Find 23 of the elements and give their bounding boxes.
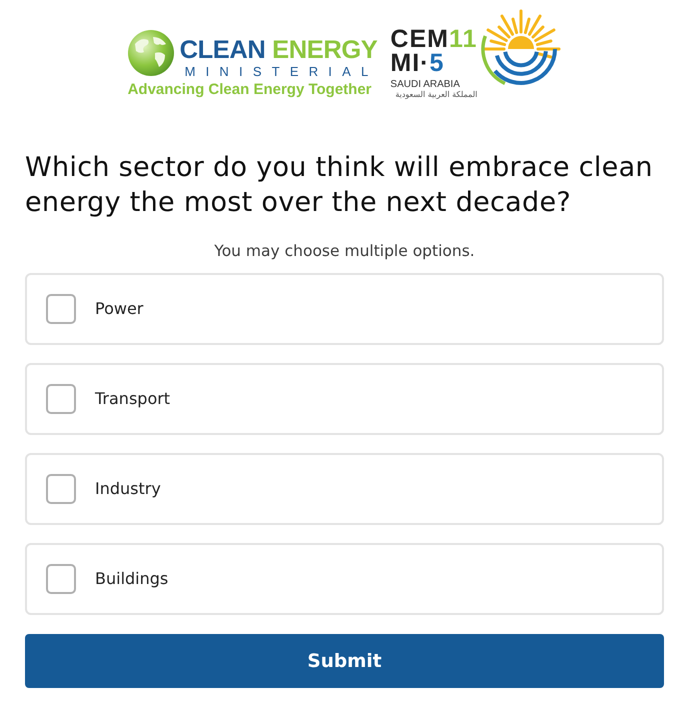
option-card[interactable]: Power (25, 273, 664, 345)
globe-icon (128, 30, 174, 76)
meeting-title: MI·5 (390, 50, 446, 74)
option-label: Buildings (95, 569, 168, 589)
event-title: CEM11 (390, 26, 478, 50)
question-heading: Which sector do you think will embrace clean energy the most over the next decade? (25, 151, 654, 220)
submit-button[interactable]: Submit (25, 634, 664, 688)
checkbox[interactable] (46, 384, 76, 414)
option-card[interactable]: Industry (25, 453, 664, 525)
option-label: Industry (95, 479, 161, 499)
checkbox[interactable] (46, 294, 76, 324)
host-country-arabic: المملكة العربية السعودية (394, 90, 478, 100)
option-label: Transport (95, 389, 170, 409)
option-label: Power (95, 299, 144, 319)
logo-tagline: Advancing Clean Energy Together (128, 80, 373, 98)
instruction-text: You may choose multiple options. (213, 241, 476, 261)
option-card[interactable]: Transport (25, 363, 664, 435)
logo-wordmark: CLEAN ENERGY (180, 36, 378, 62)
checkbox[interactable] (46, 474, 76, 504)
checkbox[interactable] (46, 564, 76, 594)
host-country: SAUDI ARABIA (390, 78, 461, 90)
option-card[interactable]: Buildings (25, 543, 664, 615)
logo-subtitle: MINISTERIAL (184, 64, 378, 78)
